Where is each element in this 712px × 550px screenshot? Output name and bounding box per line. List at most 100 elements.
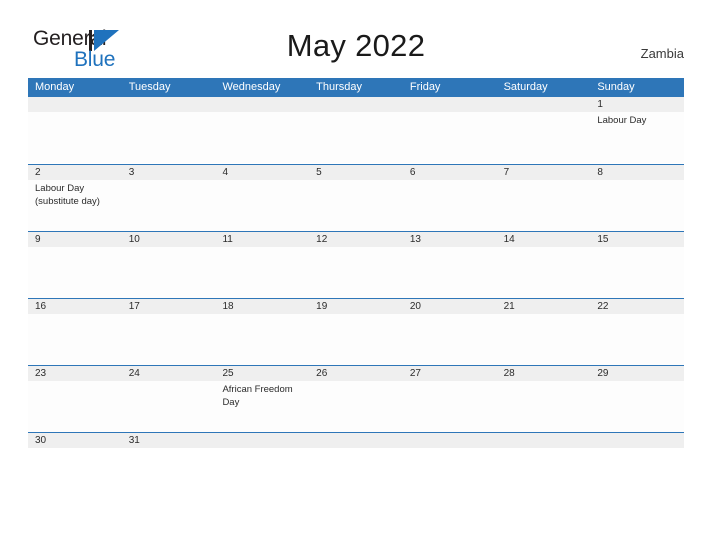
day-number-1[interactable]: 1 — [590, 97, 684, 112]
weekday-header-wednesday: Wednesday — [222, 81, 281, 93]
weekday-header-sunday: Sunday — [597, 81, 635, 93]
day-number-strip: 9 10 11 12 13 14 15 — [28, 232, 684, 247]
day-cell-7[interactable] — [497, 180, 591, 231]
day-number-11[interactable]: 11 — [215, 232, 309, 247]
page-header: General Blue May 2022 Zambia — [0, 0, 712, 76]
day-number-19[interactable]: 19 — [309, 299, 403, 314]
day-cell-8[interactable] — [590, 180, 684, 231]
day-number-30[interactable]: 30 — [28, 433, 122, 448]
calendar-week-row: 16 17 18 19 20 21 22 — [28, 298, 684, 365]
day-number-23[interactable]: 23 — [28, 366, 122, 381]
day-cell-12[interactable] — [309, 247, 403, 298]
weekday-header-tuesday: Tuesday — [128, 81, 171, 93]
weekday-header-friday: Friday — [409, 81, 441, 93]
day-cell-empty — [28, 112, 122, 163]
day-cell-18[interactable] — [215, 314, 309, 365]
page-title: May 2022 — [286, 28, 426, 63]
day-cell-10[interactable] — [122, 247, 216, 298]
day-number-empty — [309, 97, 403, 112]
calendar-page: General Blue May 2022 Zambia Monday Tuesd… — [0, 0, 712, 550]
country-label: Zambia — [640, 46, 684, 61]
day-cell-25[interactable]: African Freedom Day — [215, 381, 309, 432]
day-number-strip: 23 24 25 26 27 28 29 — [28, 366, 684, 381]
day-number-31[interactable]: 31 — [122, 433, 216, 448]
day-cell-19[interactable] — [309, 314, 403, 365]
day-number-9[interactable]: 9 — [28, 232, 122, 247]
day-cell-11[interactable] — [215, 247, 309, 298]
day-cell-17[interactable] — [122, 314, 216, 365]
day-events-strip — [28, 314, 684, 365]
day-number-29[interactable]: 29 — [590, 366, 684, 381]
day-number-6[interactable]: 6 — [403, 165, 497, 180]
day-cell-empty — [122, 112, 216, 163]
day-number-strip: 2345678 — [28, 165, 684, 180]
day-number-empty — [28, 97, 122, 112]
day-cell-20[interactable] — [403, 314, 497, 365]
day-number-20[interactable]: 20 — [403, 299, 497, 314]
day-cell-1[interactable]: Labour Day — [590, 112, 684, 163]
day-number-empty — [403, 433, 497, 448]
day-number-24[interactable]: 24 — [122, 366, 216, 381]
day-cell-4[interactable] — [215, 180, 309, 231]
day-number-7[interactable]: 7 — [497, 165, 591, 180]
day-cell-15[interactable] — [590, 247, 684, 298]
day-number-14[interactable]: 14 — [497, 232, 591, 247]
day-cell-empty — [215, 112, 309, 163]
day-cell-24[interactable] — [122, 381, 216, 432]
day-number-5[interactable]: 5 — [309, 165, 403, 180]
calendar-week-row: 1 Labour Day — [28, 97, 684, 164]
day-cell-23[interactable] — [28, 381, 122, 432]
day-cell-empty — [497, 112, 591, 163]
day-cell-5[interactable] — [309, 180, 403, 231]
day-number-3[interactable]: 3 — [122, 165, 216, 180]
event-label: Labour Day — [597, 115, 647, 126]
day-number-empty — [122, 97, 216, 112]
day-number-10[interactable]: 10 — [122, 232, 216, 247]
day-number-12[interactable]: 12 — [309, 232, 403, 247]
day-number-empty — [403, 97, 497, 112]
day-cell-29[interactable] — [590, 381, 684, 432]
event-label: Labour Day — [35, 183, 85, 194]
weekday-header-thursday: Thursday — [316, 81, 363, 93]
calendar-weeks: 1 Labour Day 2 3 4 5 6 7 8 Labour Day (substitute … — [28, 97, 684, 452]
day-number-strip: 1 — [28, 97, 684, 112]
day-number-2[interactable]: 2 — [28, 165, 122, 180]
day-cell-21[interactable] — [497, 314, 591, 365]
day-number-17[interactable]: 17 — [122, 299, 216, 314]
day-number-21[interactable]: 21 — [497, 299, 591, 314]
day-cell-9[interactable] — [28, 247, 122, 298]
day-number-26[interactable]: 26 — [309, 366, 403, 381]
day-number-empty — [215, 97, 309, 112]
day-number-25[interactable]: 25 — [215, 366, 309, 381]
day-number-15[interactable]: 15 — [590, 232, 684, 247]
day-number-empty — [309, 433, 403, 448]
weekday-header-monday: Monday — [35, 81, 75, 93]
day-cell-16[interactable] — [28, 314, 122, 365]
day-number-strip: 30 31 — [28, 433, 684, 448]
day-events-strip: Labour Day — [28, 112, 684, 163]
day-cell-3[interactable] — [122, 180, 216, 231]
day-number-16[interactable]: 16 — [28, 299, 122, 314]
weekday-header-row: Monday Tuesday Wednesday Thursday Friday Satu… — [28, 78, 684, 97]
day-number-8[interactable]: 8 — [590, 165, 684, 180]
day-number-27[interactable]: 27 — [403, 366, 497, 381]
day-cell-2[interactable]: Labour Day (substitute day) — [28, 180, 122, 231]
day-number-strip: 16 17 18 19 20 21 22 — [28, 299, 684, 314]
day-number-empty — [215, 433, 309, 448]
day-cell-27[interactable] — [403, 381, 497, 432]
day-number-4[interactable]: 4 — [215, 165, 309, 180]
day-events-strip: African Freedom Day — [28, 381, 684, 432]
day-number-28[interactable]: 28 — [497, 366, 591, 381]
day-cell-22[interactable] — [590, 314, 684, 365]
day-cell-26[interactable] — [309, 381, 403, 432]
day-cell-13[interactable] — [403, 247, 497, 298]
day-number-18[interactable]: 18 — [215, 299, 309, 314]
day-cell-28[interactable] — [497, 381, 591, 432]
day-number-22[interactable]: 22 — [590, 299, 684, 314]
calendar-week-row: 30 31 — [28, 432, 684, 452]
event-label: Day — [222, 396, 240, 408]
day-cell-14[interactable] — [497, 247, 591, 298]
day-number-13[interactable]: 13 — [403, 232, 497, 247]
day-cell-6[interactable] — [403, 180, 497, 231]
day-cell-empty — [309, 112, 403, 163]
